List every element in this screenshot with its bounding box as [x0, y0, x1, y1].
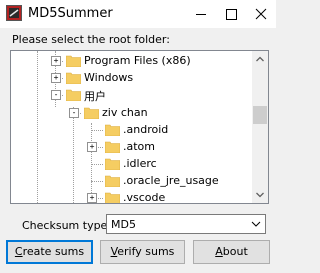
- expand-icon[interactable]: +: [87, 193, 97, 203]
- tree-node-users[interactable]: - 用户: [11, 87, 251, 103]
- md5summer-window: MD5Summer Please select the root folder:: [0, 0, 276, 273]
- folder-icon: [66, 55, 81, 67]
- collapse-icon[interactable]: -: [69, 108, 79, 118]
- window-title: MD5Summer: [28, 6, 113, 21]
- tree-node-label: .idlerc: [123, 157, 157, 170]
- scroll-down-arrow-icon[interactable]: [252, 187, 268, 203]
- folder-icon: [66, 72, 81, 84]
- folder-icon: [105, 192, 120, 203]
- expand-icon[interactable]: +: [51, 56, 61, 66]
- tree-node-label: Program Files (x86): [84, 54, 191, 67]
- title-bar[interactable]: MD5Summer: [0, 0, 276, 28]
- tree-node-oracle-jre-usage[interactable]: .oracle_jre_usage: [11, 173, 251, 189]
- folder-icon: [105, 158, 120, 170]
- minimize-button[interactable]: [186, 0, 216, 28]
- folder-icon: [105, 175, 120, 187]
- md5summer-app-icon: [6, 5, 22, 21]
- minimize-icon: [196, 14, 206, 15]
- tree-node-android[interactable]: .android: [11, 122, 251, 138]
- vertical-scrollbar[interactable]: [252, 51, 268, 203]
- close-icon: [255, 8, 267, 20]
- maximize-button[interactable]: [216, 0, 246, 28]
- tree-node-label: .oracle_jre_usage: [123, 174, 219, 187]
- verify-sums-button[interactable]: Verify sums: [100, 240, 185, 264]
- checksum-type-value: MD5: [111, 218, 136, 231]
- folder-tree[interactable]: + Program Files (x86) + Windows - 用户 - z…: [10, 50, 269, 204]
- open-folder-icon: [84, 107, 99, 119]
- expand-icon[interactable]: +: [51, 73, 61, 83]
- about-button[interactable]: About: [193, 240, 270, 264]
- close-button[interactable]: [246, 0, 276, 28]
- chevron-down-icon[interactable]: [247, 215, 265, 233]
- tree-node-vscode[interactable]: + .vscode: [11, 190, 251, 204]
- maximize-icon: [226, 9, 237, 20]
- tree-node-label: 用户: [84, 90, 106, 103]
- create-sums-button[interactable]: Create sums: [6, 240, 93, 264]
- tree-node-label: .vscode: [123, 191, 166, 204]
- tree-node-ziv-chan[interactable]: - ziv chan: [11, 105, 251, 121]
- tree-node-windows[interactable]: + Windows: [11, 70, 251, 86]
- tree-node-label: ziv chan: [102, 106, 148, 119]
- collapse-icon[interactable]: -: [51, 90, 61, 100]
- folder-icon: [105, 124, 120, 136]
- open-folder-icon: [66, 89, 81, 101]
- tree-node-label: .atom: [123, 140, 155, 153]
- tree-node-idlerc[interactable]: .idlerc: [11, 156, 251, 172]
- checksum-type-select[interactable]: MD5: [106, 214, 266, 234]
- root-folder-prompt: Please select the root folder:: [12, 33, 170, 46]
- folder-icon: [105, 141, 120, 153]
- scroll-up-arrow-icon[interactable]: [252, 51, 268, 67]
- tree-node-label: .android: [123, 123, 169, 136]
- checksum-type-label: Checksum type:: [22, 219, 112, 232]
- tree-node-atom[interactable]: + .atom: [11, 139, 251, 155]
- scrollbar-thumb[interactable]: [253, 106, 267, 124]
- expand-icon[interactable]: +: [87, 142, 97, 152]
- tree-node-program-files-x86[interactable]: + Program Files (x86): [11, 53, 251, 69]
- tree-node-label: Windows: [84, 71, 134, 84]
